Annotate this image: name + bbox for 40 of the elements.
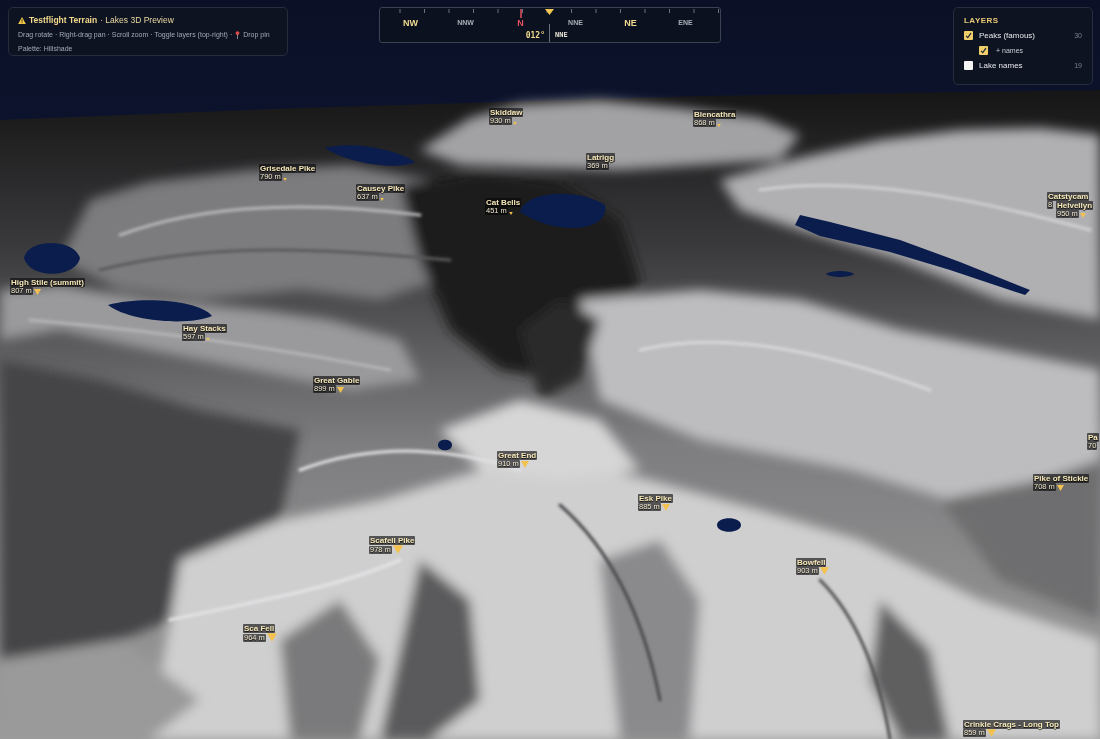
peak-name: Pike of Stickle	[1033, 474, 1090, 483]
checkbox[interactable]	[964, 61, 973, 70]
layer-label[interactable]: Peaks (famous)	[979, 31, 1036, 40]
marker-icon	[205, 338, 210, 341]
marker-icon	[282, 178, 287, 181]
compass-point: NE	[623, 18, 638, 28]
app-subtitle: · Lakes 3D Preview	[100, 15, 174, 25]
marker-icon	[1056, 485, 1064, 491]
peak-name: High Stile (summit)	[10, 278, 85, 287]
checkbox[interactable]	[979, 46, 988, 55]
warning-icon	[18, 16, 26, 24]
heading-degrees: 012°	[525, 31, 545, 40]
peak-name: Crinkle Crags - Long Top	[963, 720, 1060, 729]
pin-icon	[235, 30, 241, 39]
layers-title: LAYERS	[964, 16, 1000, 25]
marker-icon	[336, 387, 344, 393]
pointer-icon	[545, 9, 554, 15]
peak-name: Great Gable	[313, 376, 361, 385]
peak-name: Pa	[1087, 433, 1099, 442]
app-title: Testflight Terrain	[29, 15, 98, 25]
peak-name: Grisedale Pike	[259, 164, 317, 173]
compass-point: N	[516, 18, 525, 28]
marker-icon	[379, 198, 384, 201]
marker-icon	[512, 122, 517, 125]
peak-name: Sca Fell	[243, 624, 276, 633]
checkmark-icon	[980, 47, 987, 54]
marker-icon	[716, 124, 721, 127]
peak-name: Latrigg	[586, 153, 616, 162]
peak-name: Hay Stacks	[182, 324, 227, 333]
marker-icon	[1079, 213, 1086, 218]
heading-line	[549, 24, 550, 42]
marker-icon	[508, 212, 513, 215]
peak-name: Esk Pike	[638, 494, 673, 503]
layer-label[interactable]: Lake names	[979, 61, 1023, 70]
compass-point: NW	[402, 18, 419, 28]
checkbox[interactable]	[964, 31, 973, 40]
peak-name: Scafell Pike	[369, 536, 416, 545]
checkmark-icon	[965, 32, 972, 39]
peak-name: Causey Pike	[356, 184, 406, 193]
marker-icon	[33, 289, 41, 295]
